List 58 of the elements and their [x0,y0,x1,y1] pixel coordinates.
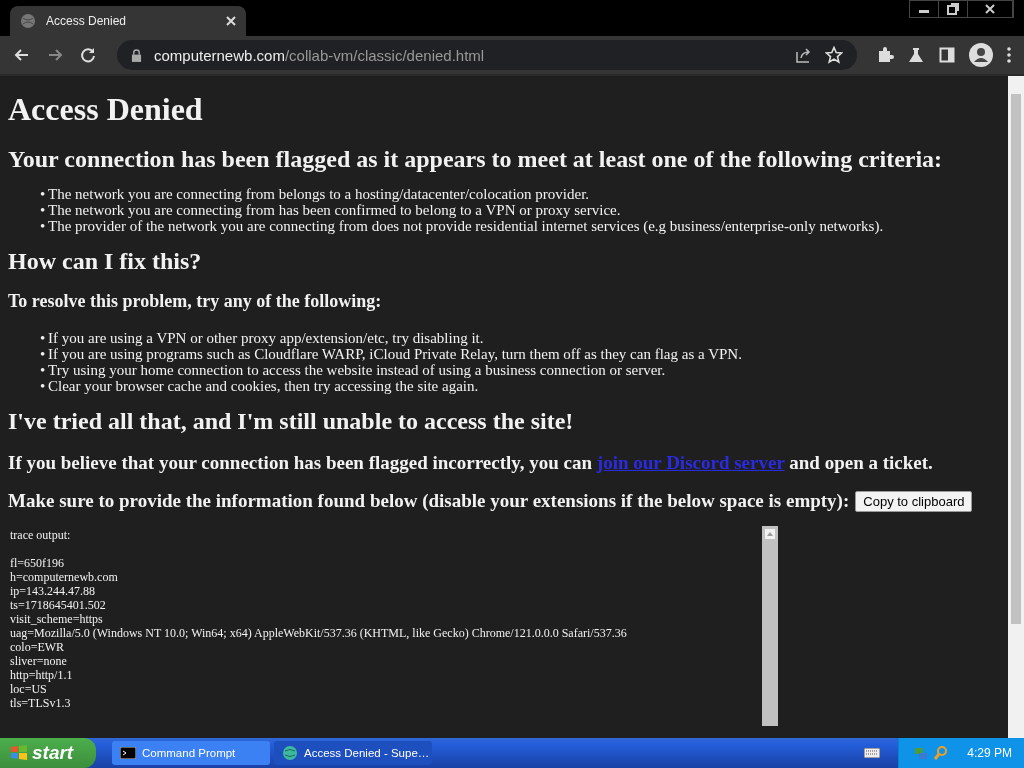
scrollbar-thumb[interactable] [1011,94,1021,624]
taskbar-button[interactable]: Command Prompt [112,741,270,765]
step-item: Try using your home connection to access the website instead of using a business connection or server. [48,362,666,378]
menu-icon[interactable] [1006,46,1012,64]
step-item: Clear your browser cache and cookies, then try accessing the site again. [48,378,479,394]
bullet: • [40,186,47,202]
share-icon[interactable] [795,46,813,64]
reload-icon[interactable] [78,45,98,65]
step-item: If you are using a VPN or other proxy app/extension/etc, try disabling it. [48,330,484,346]
trace-line: colo=EWR [10,640,65,654]
trace-line: h=computernewb.com [10,570,118,584]
address-bar[interactable]: computernewb.com/collab-vm/classic/denied.html [117,40,857,70]
taskbar-button[interactable]: Access Denied - Supe… [274,741,432,765]
trace-line: fl=650f196 [10,556,65,570]
windows-flag-icon [10,744,28,762]
bullet: • [40,202,47,218]
globe-icon [282,745,298,761]
resolve-heading: To resolve this problem, try any of the following: [8,290,383,312]
star-icon[interactable] [825,46,843,64]
bullet: • [40,330,47,346]
trace-line: ts=1718645401.502 [10,598,106,612]
criteria-item: The provider of the network you are connecting from does not provide residential internet services (e.g business/enterprise-only networks). [48,218,884,234]
trace-line: tls=TLSv1.3 [10,696,71,710]
criteria-item: The network you are connecting from belongs to a hosting/datacenter/colocation provider. [48,186,590,202]
trace-line: ip=143.244.47.88 [10,584,96,598]
bullet: • [40,378,47,394]
provide-text: Make sure to provide the information found below (disable your extensions if the below space is empty): [8,490,850,512]
fix-heading: How can I fix this? [8,248,203,274]
page-title: Access Denied [8,92,204,126]
step-item: If you are using programs such as Cloudflare WARP, iCloud Private Relay, turn them off as they can flag as a VPN. [48,346,742,362]
scrollbar[interactable] [762,526,778,726]
profile-icon[interactable] [969,43,993,67]
browser-tab[interactable]: Access Denied [10,6,246,36]
bullet: • [40,362,47,378]
tried-heading: I've tried all that, and I'm still unable to access the site! [8,408,575,434]
side-panel-icon[interactable] [938,46,956,64]
trace-line: visit_scheme=https [10,612,103,626]
bullet: • [40,218,47,234]
url-text: computernewb.com/collab-vm/classic/denied.html [154,46,485,64]
clock: 4:29 PM [967,746,1012,760]
trace-label: trace output: [10,528,71,542]
trace-line: sliver=none [10,654,67,668]
copy-button[interactable]: Copy to clipboard [855,490,973,512]
tab-title: Access Denied [46,14,128,28]
bullet: • [40,346,47,362]
flask-icon[interactable] [907,46,925,64]
globe-icon [20,13,36,29]
trace-line: loc=US [10,682,47,696]
contact-text: If you believe that your connection has been flagged incorrectly, you can join our Discord server and open a ticket. [8,452,934,474]
scrollbar[interactable] [1008,76,1024,738]
puzzle-icon[interactable] [876,46,894,64]
trace-line: uag=Mozilla/5.0 (Windows NT 10.0; Win64; x64) AppleWebKit/537.36 (KHTML, like Gecko) Chrome/121.0.0.0 Safari/537.36 [10,626,627,640]
criteria-item: The network you are connecting from has been confirmed to belong to a VPN or proxy service. [48,202,621,218]
trace-line: http=http/1.1 [10,668,73,682]
keyboard-icon[interactable] [864,748,881,758]
lock-icon [131,48,142,62]
criteria-heading: Your connection has been flagged as it appears to meet at least one of the following criteria: [8,146,944,172]
console-icon [120,747,136,759]
